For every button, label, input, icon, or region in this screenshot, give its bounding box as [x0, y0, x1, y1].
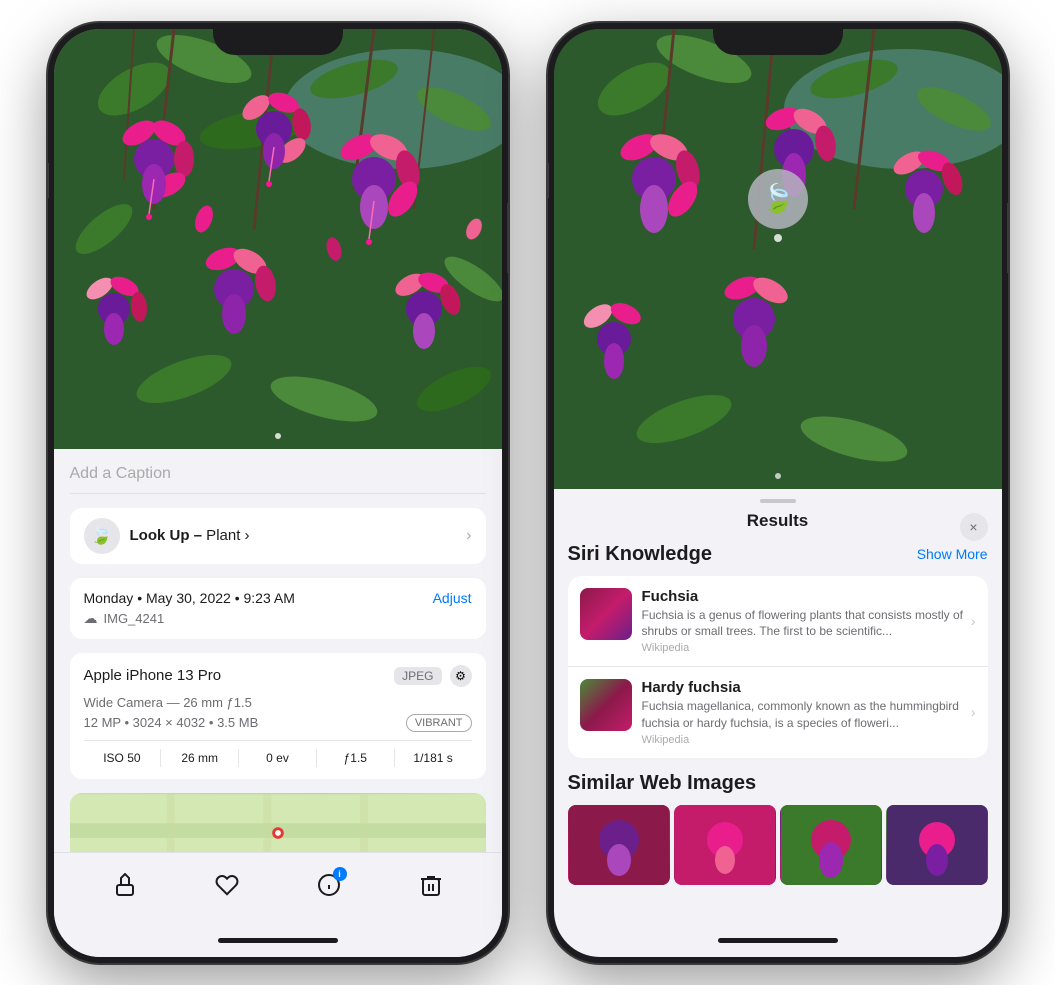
camera-specs: Wide Camera — 26 mm ƒ1.5	[84, 695, 472, 710]
photo-dot	[275, 433, 281, 439]
photo-display[interactable]	[54, 29, 502, 449]
hardy-desc: Fuchsia magellanica, commonly known as t…	[642, 698, 976, 732]
sheet-content: Siri Knowledge Show More Fuchsia Fuchsia…	[554, 543, 1002, 925]
siri-visual-lookup-bubble[interactable]: 🍃	[748, 169, 808, 229]
close-button[interactable]: ×	[960, 513, 988, 541]
exif-row: ISO 50 26 mm 0 ev ƒ1.5 1/181 s	[84, 740, 472, 767]
fuchsia-desc: Fuchsia is a genus of flowering plants t…	[642, 607, 976, 641]
hardy-thumbnail	[580, 679, 632, 731]
similar-image-3[interactable]	[780, 805, 882, 885]
show-more-button[interactable]: Show More	[917, 546, 988, 562]
heart-button[interactable]	[207, 865, 247, 905]
lookup-chevron: ›	[466, 527, 471, 545]
similar-images-row	[568, 805, 988, 885]
plant-lookup-icon: 🍃	[84, 518, 120, 554]
adjust-button[interactable]: Adjust	[433, 590, 472, 606]
left-phone: Add a Caption 🍃 Look Up – Plant › › Mond…	[48, 23, 508, 963]
knowledge-item-fuchsia[interactable]: Fuchsia Fuchsia is a genus of flowering …	[568, 576, 988, 667]
right-phone-screen: 🍃 Results × Siri Knowledge Show More	[554, 29, 1002, 957]
siri-knowledge-header: Siri Knowledge Show More	[568, 543, 988, 566]
jpeg-badge: JPEG	[394, 667, 441, 685]
hardy-source: Wikipedia	[642, 734, 976, 746]
info-button[interactable]: i	[309, 865, 349, 905]
resolution-value: 3024 × 4032	[133, 715, 206, 730]
similar-image-4[interactable]	[886, 805, 988, 885]
hardy-text: Hardy fuchsia Fuchsia magellanica, commo…	[642, 679, 976, 746]
right-home-bar	[718, 938, 838, 943]
caption-input[interactable]: Add a Caption	[70, 465, 486, 494]
lookup-text: Look Up – Plant ›	[130, 527, 250, 544]
device-section: Apple iPhone 13 Pro JPEG ⚙ Wide Camera —…	[70, 653, 486, 779]
exif-iso: ISO 50	[84, 749, 162, 767]
right-photo-display[interactable]: 🍃	[554, 29, 1002, 489]
hardy-chevron: ›	[971, 704, 976, 720]
sheet-handle	[760, 499, 796, 503]
meta-date: Monday • May 30, 2022 • 9:23 AM	[84, 590, 295, 606]
knowledge-item-hardy-fuchsia[interactable]: Hardy fuchsia Fuchsia magellanica, commo…	[568, 666, 988, 758]
device-badges: JPEG ⚙	[394, 665, 471, 687]
siri-knowledge-title: Siri Knowledge	[568, 543, 712, 566]
fuchsia-name: Fuchsia	[642, 588, 976, 605]
similar-image-2[interactable]	[674, 805, 776, 885]
lookup-row[interactable]: 🍃 Look Up – Plant › ›	[70, 508, 486, 564]
results-sheet: Results × Siri Knowledge Show More	[554, 489, 1002, 925]
cloud-icon: ☁	[84, 610, 98, 627]
knowledge-card: Fuchsia Fuchsia is a genus of flowering …	[568, 576, 988, 758]
sheet-header: Results ×	[554, 511, 1002, 543]
right-home-indicator	[554, 925, 1002, 957]
mp-spec: 12 MP • 3024 × 4032 • 3.5 MB	[84, 715, 259, 730]
size-value: 3.5 MB	[217, 715, 258, 730]
fuchsia-text: Fuchsia Fuchsia is a genus of flowering …	[642, 588, 976, 655]
exif-ev: 0 ev	[239, 749, 317, 767]
left-phone-screen: Add a Caption 🍃 Look Up – Plant › › Mond…	[54, 29, 502, 957]
share-button[interactable]	[105, 865, 145, 905]
right-phone-notch	[713, 23, 843, 55]
exif-aperture: ƒ1.5	[317, 749, 395, 767]
gear-icon[interactable]: ⚙	[450, 665, 472, 687]
mp-value: 12 MP	[84, 715, 121, 730]
info-panel: Add a Caption 🍃 Look Up – Plant › › Mond…	[54, 449, 502, 852]
map-preview[interactable]	[70, 793, 486, 852]
lookup-subject: Plant	[202, 527, 240, 544]
device-row: Apple iPhone 13 Pro JPEG ⚙	[84, 665, 472, 687]
results-title: Results	[747, 511, 808, 531]
exif-focal: 26 mm	[161, 749, 239, 767]
trash-button[interactable]	[411, 865, 451, 905]
hardy-name: Hardy fuchsia	[642, 679, 976, 696]
similar-title: Similar Web Images	[568, 772, 988, 795]
right-photo-dot	[775, 473, 781, 479]
toolbar: i	[54, 852, 502, 925]
device-name: Apple iPhone 13 Pro	[84, 667, 222, 684]
fuchsia-chevron: ›	[971, 613, 976, 629]
vibrant-badge: VIBRANT	[406, 714, 472, 732]
right-phone: 🍃 Results × Siri Knowledge Show More	[548, 23, 1008, 963]
specs-row2: 12 MP • 3024 × 4032 • 3.5 MB VIBRANT	[84, 714, 472, 732]
siri-dot	[774, 234, 782, 242]
home-bar	[218, 938, 338, 943]
lookup-label: Look Up –	[130, 527, 203, 544]
similar-image-1[interactable]	[568, 805, 670, 885]
filename: IMG_4241	[104, 611, 165, 626]
meta-filename-row: ☁ IMG_4241	[84, 610, 472, 627]
similar-section: Similar Web Images	[568, 772, 988, 885]
exif-shutter: 1/181 s	[395, 749, 472, 767]
fuchsia-thumbnail	[580, 588, 632, 640]
meta-section: Monday • May 30, 2022 • 9:23 AM Adjust ☁…	[70, 578, 486, 639]
info-badge: i	[333, 867, 347, 881]
phone-notch	[213, 23, 343, 55]
fuchsia-source: Wikipedia	[642, 642, 976, 654]
home-indicator	[54, 925, 502, 957]
meta-date-row: Monday • May 30, 2022 • 9:23 AM Adjust	[84, 590, 472, 606]
